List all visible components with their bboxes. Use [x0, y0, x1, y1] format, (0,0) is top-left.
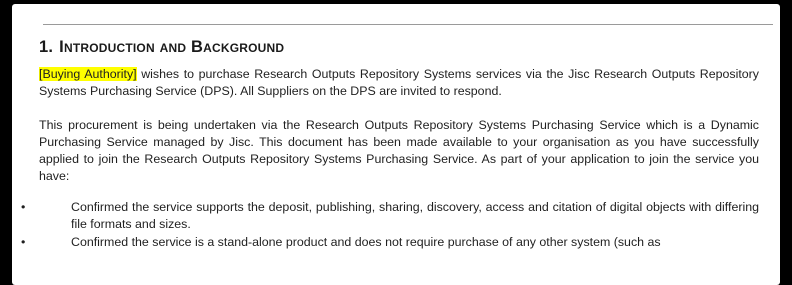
document-content: 1. Introduction and Background [Buying Au… — [21, 38, 759, 252]
list-item-text: Confirmed the service supports the depos… — [71, 200, 759, 231]
buying-authority-placeholder: [Buying Authority] — [39, 67, 137, 81]
section-title: Introduction and Background — [59, 38, 285, 56]
document-page: 1. Introduction and Background [Buying Au… — [12, 4, 780, 285]
requirements-list: • Confirmed the service supports the depo… — [21, 199, 759, 251]
bullet-icon: • — [21, 200, 26, 214]
bullet-icon: • — [21, 235, 26, 249]
top-rule — [43, 24, 773, 25]
paragraph-intro-text: wishes to purchase Research Outputs Repo… — [39, 67, 759, 98]
list-item: • Confirmed the service is a stand-alone … — [21, 234, 759, 251]
paragraph-intro: [Buying Authority] wishes to purchase Re… — [39, 66, 759, 100]
section-heading: 1. Introduction and Background — [39, 38, 759, 57]
list-item-text: Confirmed the service is a stand-alone p… — [71, 235, 661, 249]
section-number: 1. — [39, 38, 54, 56]
paragraph-procurement: This procurement is being undertaken via… — [39, 118, 759, 183]
list-item: • Confirmed the service supports the depo… — [21, 199, 759, 233]
